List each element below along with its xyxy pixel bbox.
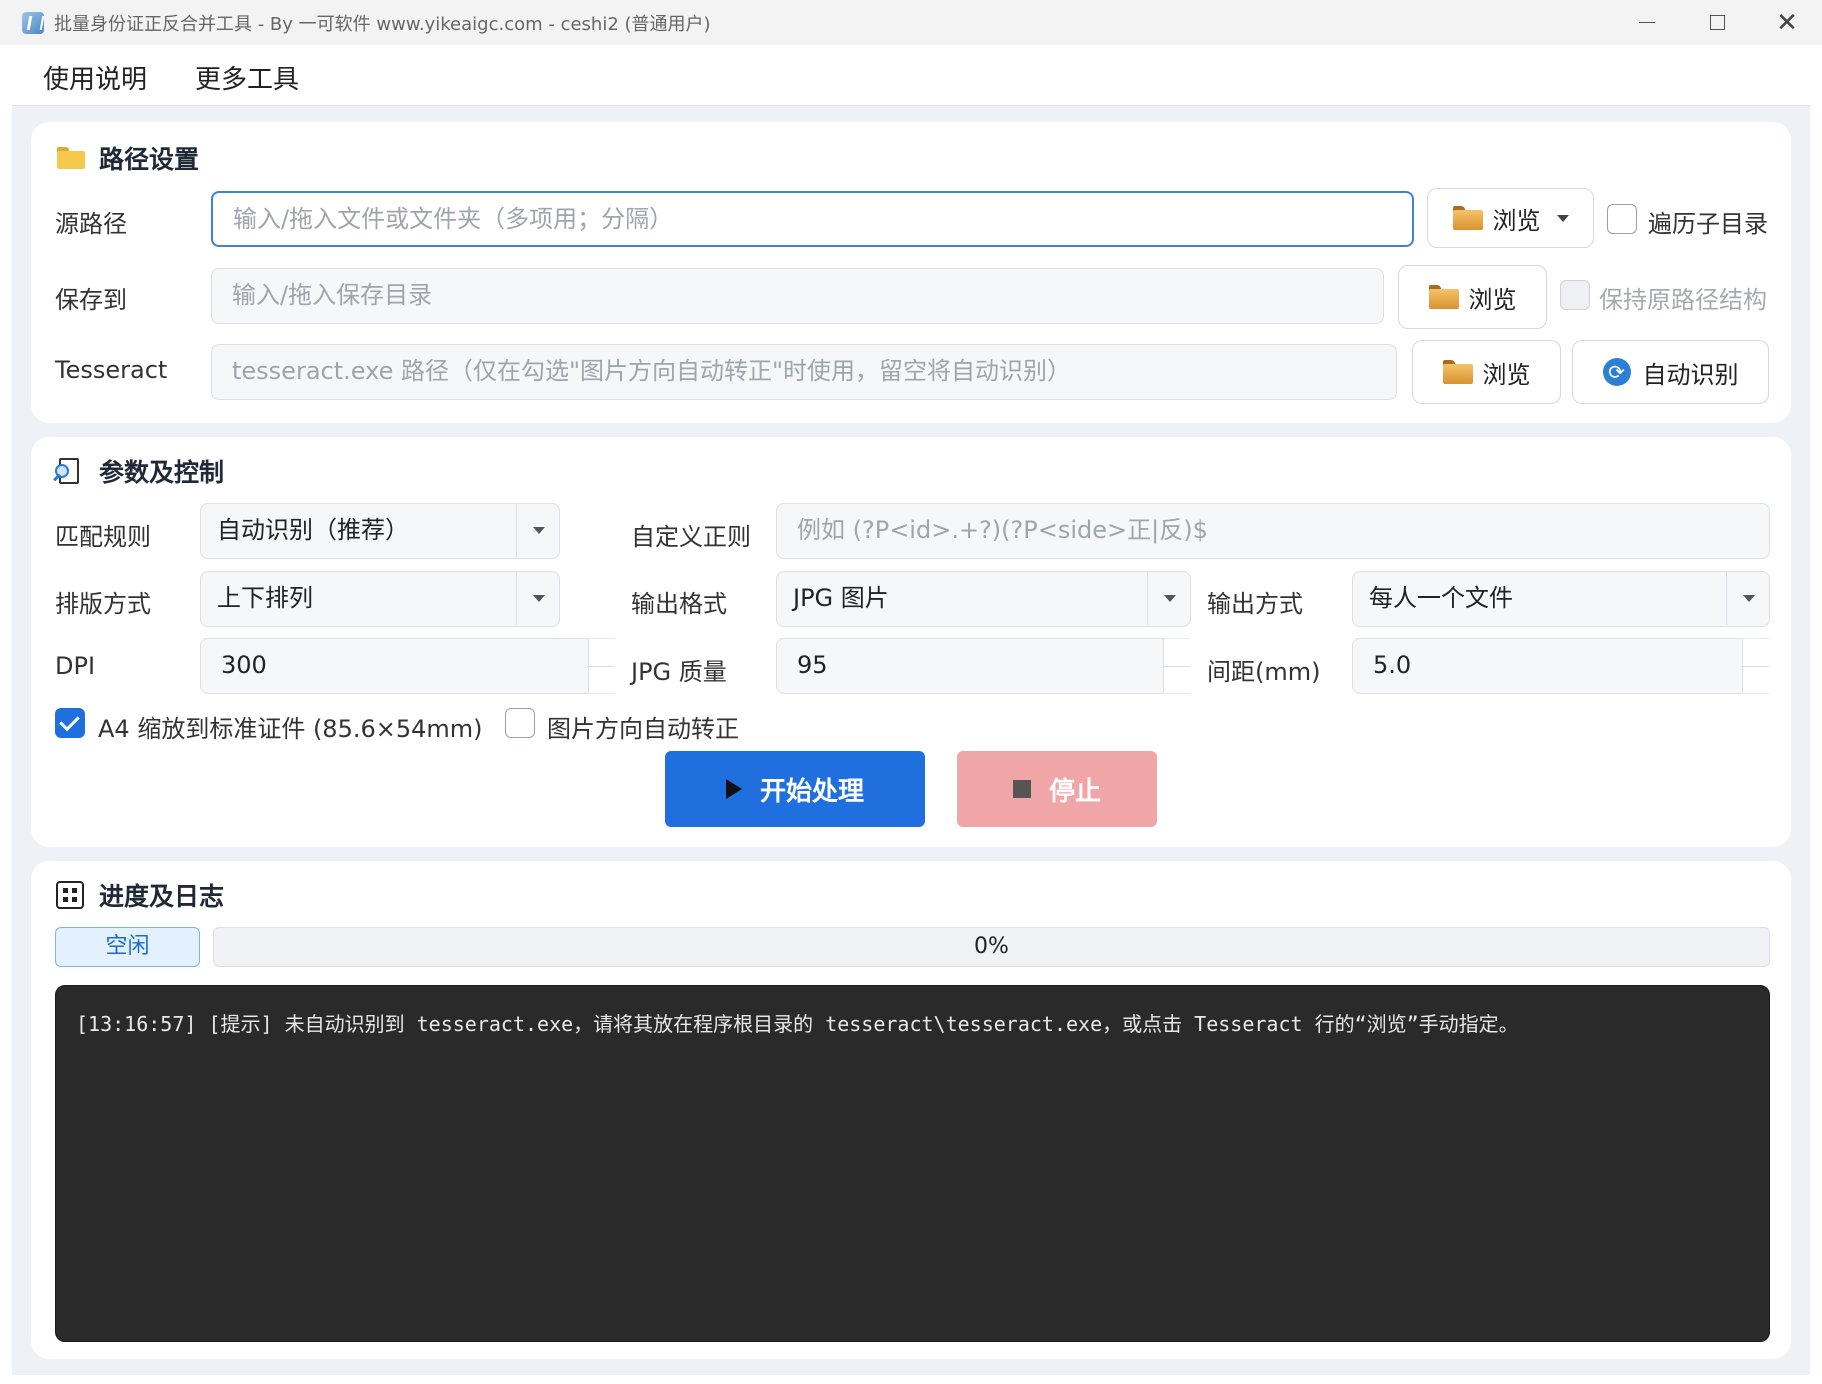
auto-detect-button[interactable]: ⟳ 自动识别 (1572, 340, 1769, 404)
close-button[interactable]: ✕ (1752, 0, 1822, 45)
folder-icon (1428, 285, 1459, 309)
auto-detect-label: 自动识别 (1642, 360, 1739, 389)
chevron-down-icon (1556, 214, 1569, 222)
output-format-select[interactable]: JPG 图片 (776, 571, 1191, 627)
close-icon: ✕ (1776, 7, 1798, 38)
custom-regex-label: 自定义正则 (631, 523, 751, 551)
menubar: 使用说明 更多工具 (12, 45, 1810, 106)
dpi-stepper[interactable] (587, 638, 615, 694)
tesseract-browse-button[interactable]: 浏览 (1412, 340, 1561, 404)
recursive-checkbox[interactable] (1607, 204, 1637, 234)
start-button-label: 开始处理 (759, 776, 864, 807)
folder-icon (1452, 206, 1483, 230)
jpg-quality-label: JPG 质量 (631, 658, 727, 686)
spacing-input[interactable]: 5.0 (1352, 638, 1743, 694)
layout-value: 上下排列 (217, 584, 313, 612)
spacing-label: 间距(mm) (1207, 658, 1321, 686)
app-icon (22, 11, 44, 34)
stop-button[interactable]: 停止 (957, 751, 1157, 827)
output-mode-label: 输出方式 (1207, 590, 1303, 618)
output-mode-value: 每人一个文件 (1369, 584, 1513, 612)
keep-structure-label: 保持原路径结构 (1599, 286, 1767, 314)
chevron-down-icon (533, 527, 545, 534)
spacing-stepper[interactable] (1741, 638, 1769, 694)
tesseract-browse-label: 浏览 (1482, 360, 1531, 389)
document-search-icon (53, 456, 85, 486)
a4-scale-checkbox[interactable] (55, 708, 85, 738)
jpg-quality-stepper[interactable] (1162, 638, 1190, 694)
chevron-down-icon (1164, 595, 1176, 602)
play-icon (725, 779, 742, 799)
path-settings-card: 路径设置 源路径 输入/拖入文件或文件夹（多项用；分隔） 浏览 遍历子目录 保存… (31, 122, 1791, 423)
params-title: 参数及控制 (99, 458, 225, 487)
refresh-icon: ⟳ (1602, 358, 1631, 386)
log-panel[interactable]: [13:16:57] [提示] 未自动识别到 tesseract.exe，请将其… (55, 985, 1770, 1342)
status-badge: 空闲 (55, 927, 200, 967)
source-browse-label: 浏览 (1492, 206, 1541, 235)
log-line: [13:16:57] [提示] 未自动识别到 tesseract.exe，请将其… (76, 1012, 1519, 1036)
menu-instructions[interactable]: 使用说明 (43, 59, 147, 96)
app-window: 使用说明 更多工具 路径设置 源路径 输入/拖入文件或文件夹（多项用；分隔） 浏… (12, 45, 1810, 1375)
stop-icon (1012, 780, 1031, 798)
auto-rotate-label: 图片方向自动转正 (547, 715, 739, 743)
chevron-down-icon (533, 595, 545, 602)
source-browse-button[interactable]: 浏览 (1427, 188, 1594, 248)
save-browse-label: 浏览 (1468, 285, 1517, 314)
output-format-label: 输出格式 (631, 590, 727, 618)
window-title: 批量身份证正反合并工具 - By 一可软件 www.yikeaigc.com -… (54, 13, 711, 35)
minimize-icon (1639, 22, 1655, 23)
folder-icon (1442, 360, 1473, 384)
path-settings-heading: 路径设置 (55, 140, 199, 176)
recursive-label: 遍历子目录 (1648, 210, 1768, 238)
match-rule-value: 自动识别（推荐） (217, 516, 409, 544)
stop-button-label: 停止 (1048, 776, 1101, 807)
source-path-input[interactable]: 输入/拖入文件或文件夹（多项用；分隔） (211, 191, 1414, 247)
minimize-button[interactable] (1612, 0, 1682, 45)
start-button[interactable]: 开始处理 (665, 751, 925, 827)
progress-bar: 0% (213, 927, 1770, 967)
progress-title: 进度及日志 (99, 882, 225, 911)
match-rule-label: 匹配规则 (55, 523, 151, 551)
layout-select[interactable]: 上下排列 (200, 571, 560, 627)
layout-label: 排版方式 (55, 590, 151, 618)
chevron-down-icon (1743, 595, 1755, 602)
output-mode-select[interactable]: 每人一个文件 (1352, 571, 1770, 627)
menu-more-tools[interactable]: 更多工具 (195, 59, 299, 96)
auto-rotate-checkbox[interactable] (505, 708, 535, 738)
dpi-label: DPI (55, 652, 96, 680)
match-rule-select[interactable]: 自动识别（推荐） (200, 503, 560, 559)
params-heading: 参数及控制 (53, 453, 225, 489)
save-browse-button[interactable]: 浏览 (1398, 265, 1547, 329)
params-card: 参数及控制 匹配规则 自动识别（推荐） 自定义正则 例如 (?P<id>.+?)… (31, 437, 1791, 847)
maximize-icon (1709, 15, 1725, 30)
grid-icon (55, 880, 85, 910)
save-path-label: 保存到 (55, 286, 127, 314)
keep-structure-checkbox[interactable] (1560, 280, 1590, 310)
a4-scale-label: A4 缩放到标准证件 (85.6×54mm) (98, 715, 483, 743)
path-settings-title: 路径设置 (99, 145, 200, 174)
save-path-input[interactable]: 输入/拖入保存目录 (211, 268, 1384, 324)
tesseract-path-input[interactable]: tesseract.exe 路径（仅在勾选"图片方向自动转正"时使用，留空将自动… (211, 344, 1397, 400)
maximize-button[interactable] (1682, 0, 1752, 45)
tesseract-label: Tesseract (55, 356, 168, 384)
folder-icon (55, 143, 85, 173)
source-path-label: 源路径 (55, 210, 127, 238)
custom-regex-input[interactable]: 例如 (?P<id>.+?)(?P<side>正|反)$ (776, 503, 1770, 559)
output-format-value: JPG 图片 (793, 584, 889, 612)
jpg-quality-input[interactable]: 95 (776, 638, 1164, 694)
dpi-input[interactable]: 300 (200, 638, 589, 694)
progress-card: 进度及日志 空闲 0% [13:16:57] [提示] 未自动识别到 tesse… (31, 861, 1791, 1359)
progress-heading: 进度及日志 (55, 877, 224, 913)
window-titlebar: 批量身份证正反合并工具 - By 一可软件 www.yikeaigc.com -… (0, 0, 1822, 45)
